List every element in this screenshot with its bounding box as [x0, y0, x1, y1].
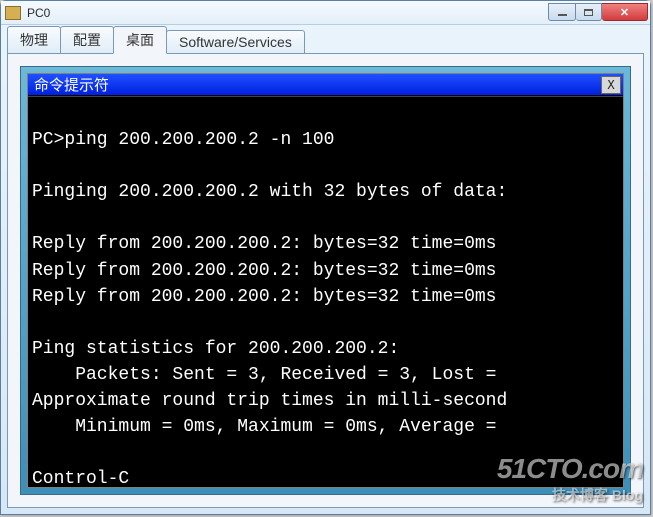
cmd-output[interactable]: PC>ping 200.200.200.2 -n 100 Pinging 200…: [28, 96, 623, 487]
cmd-line: Ping statistics for 200.200.200.2:: [32, 339, 399, 359]
maximize-button[interactable]: [576, 3, 602, 21]
cmd-line: Pinging 200.200.200.2 with 32 bytes of d…: [32, 182, 507, 202]
app-window: PC0 ✕ 物理 配置 桌面 Software/Services 命令提示符 X…: [0, 0, 651, 515]
tab-physical[interactable]: 物理: [7, 26, 61, 53]
cmd-line: Minimum = 0ms, Maximum = 0ms, Average =: [32, 417, 507, 437]
app-icon: [5, 6, 21, 20]
cmd-close-button[interactable]: X: [601, 76, 621, 94]
window-controls: ✕: [548, 4, 648, 21]
cmd-line: Reply from 200.200.200.2: bytes=32 time=…: [32, 261, 507, 281]
cmd-line: PC>ping 200.200.200.2 -n 100: [32, 130, 334, 150]
close-button[interactable]: ✕: [602, 3, 648, 21]
command-prompt-window: 命令提示符 X PC>ping 200.200.200.2 -n 100 Pin…: [27, 73, 624, 488]
cmd-line: Approximate round trip times in milli-se…: [32, 391, 507, 411]
window-title: PC0: [27, 6, 548, 20]
cmd-line: Control-C: [32, 469, 129, 487]
content-area: 命令提示符 X PC>ping 200.200.200.2 -n 100 Pin…: [7, 53, 644, 508]
tab-software-services[interactable]: Software/Services: [166, 30, 305, 53]
desktop-background: 命令提示符 X PC>ping 200.200.200.2 -n 100 Pin…: [20, 66, 631, 495]
cmd-titlebar[interactable]: 命令提示符 X: [28, 74, 623, 96]
tab-bar: 物理 配置 桌面 Software/Services: [1, 25, 650, 53]
minimize-button[interactable]: [548, 3, 576, 21]
cmd-title: 命令提示符: [34, 74, 601, 95]
tab-desktop[interactable]: 桌面: [113, 26, 167, 54]
cmd-line: Reply from 200.200.200.2: bytes=32 time=…: [32, 234, 507, 254]
tab-config[interactable]: 配置: [60, 26, 114, 53]
titlebar[interactable]: PC0 ✕: [1, 1, 650, 25]
cmd-line: Reply from 200.200.200.2: bytes=32 time=…: [32, 287, 507, 307]
cmd-line: Packets: Sent = 3, Received = 3, Lost =: [32, 365, 507, 385]
